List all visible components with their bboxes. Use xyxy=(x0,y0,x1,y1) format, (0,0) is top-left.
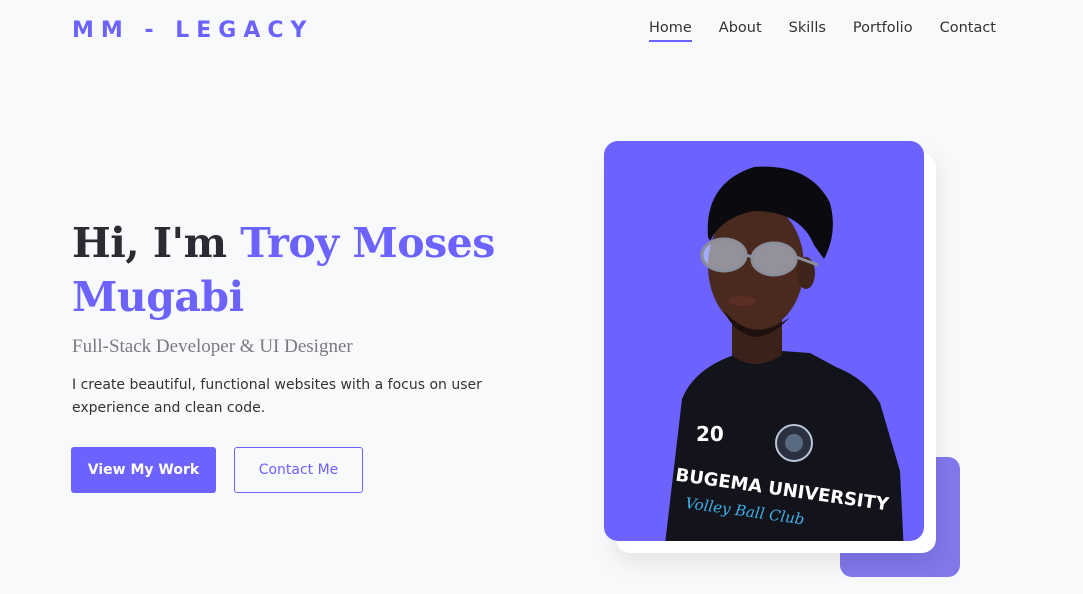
portrait-illustration: 20 BUGEMA UNIVERSITY Volley Ball Club xyxy=(665,166,904,541)
nav-skills[interactable]: Skills xyxy=(789,20,826,42)
view-my-work-button[interactable]: View My Work xyxy=(71,447,216,493)
contact-me-button[interactable]: Contact Me xyxy=(234,447,363,493)
nav-home[interactable]: Home xyxy=(648,20,692,42)
hero-greeting: Hi, I'm xyxy=(72,219,227,267)
hero-title: Hi, I'm Troy Moses Mugabi xyxy=(72,216,542,324)
nav-contact[interactable]: Contact xyxy=(940,20,996,42)
hero-description: I create beautiful, functional websites … xyxy=(72,377,482,416)
hero-subtitle: Full-Stack Developer & UI Designer xyxy=(72,336,353,357)
nav-about[interactable]: About xyxy=(719,20,762,42)
main-nav: Home About Skills Portfolio Contact xyxy=(648,20,996,42)
portrait-photo: 20 BUGEMA UNIVERSITY Volley Ball Club xyxy=(604,141,924,541)
shirt-number: 20 xyxy=(696,422,724,446)
nav-portfolio[interactable]: Portfolio xyxy=(853,20,913,42)
site-logo[interactable]: MM - LEGACY xyxy=(72,18,313,43)
